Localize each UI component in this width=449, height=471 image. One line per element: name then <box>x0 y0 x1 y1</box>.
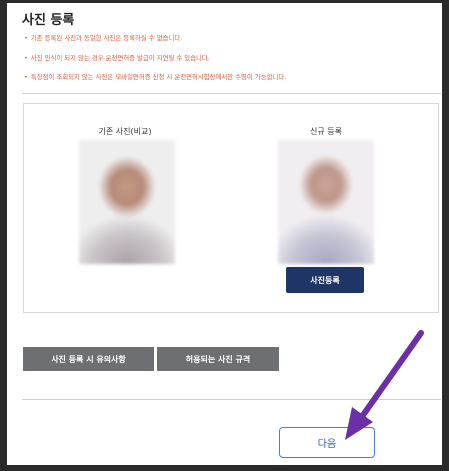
arrow-annotation-icon <box>345 330 424 440</box>
